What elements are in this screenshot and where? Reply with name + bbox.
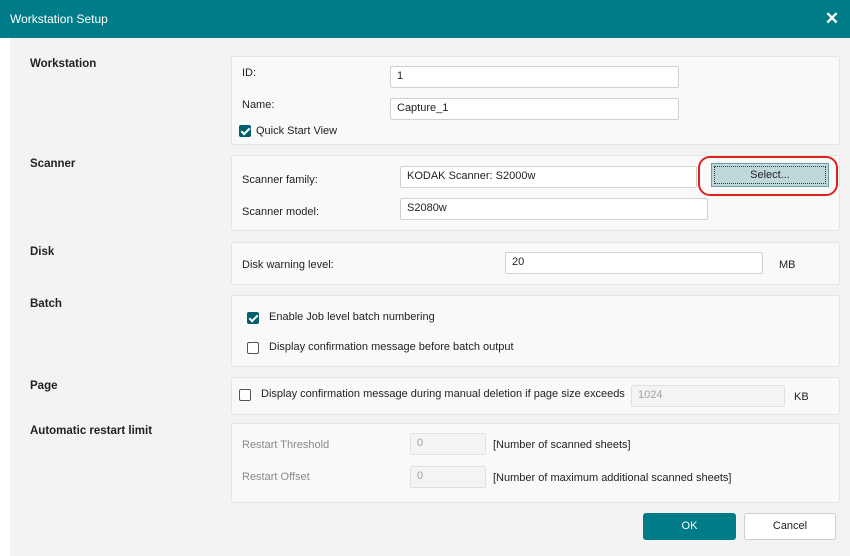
title-bar: Workstation Setup ✕ <box>0 0 850 38</box>
manual-deletion-checkbox[interactable] <box>239 389 251 401</box>
manual-deletion-label[interactable]: Display confirmation message during manu… <box>261 388 625 400</box>
restart-threshold-label: Restart Threshold <box>242 439 330 451</box>
restart-offset-field[interactable]: 0 <box>410 466 486 488</box>
page-unit-label: KB <box>794 391 809 403</box>
id-label: ID: <box>242 67 257 79</box>
quick-start-label[interactable]: Quick Start View <box>256 125 337 137</box>
page-size-field[interactable]: 1024 <box>631 385 785 407</box>
name-field[interactable]: Capture_1 <box>390 98 679 120</box>
ok-button[interactable]: OK <box>643 513 736 540</box>
batch-panel <box>231 295 840 367</box>
window-title: Workstation Setup <box>10 12 108 26</box>
section-heading-batch: Batch <box>30 298 62 310</box>
scanner-model-field[interactable]: S2080w <box>400 198 708 220</box>
restart-threshold-field[interactable]: 0 <box>410 433 486 455</box>
section-heading-scanner: Scanner <box>30 158 76 170</box>
job-numbering-label[interactable]: Enable Job level batch numbering <box>269 311 435 323</box>
restart-offset-desc: [Number of maximum additional scanned sh… <box>493 472 732 484</box>
quick-start-checkbox[interactable] <box>239 125 251 137</box>
section-heading-page: Page <box>30 380 58 392</box>
name-label: Name: <box>242 99 275 111</box>
restart-threshold-desc: [Number of scanned sheets] <box>493 439 631 451</box>
job-numbering-checkbox[interactable] <box>247 312 259 324</box>
disk-warning-field[interactable]: 20 <box>505 252 763 274</box>
section-heading-workstation: Workstation <box>30 58 97 70</box>
disk-unit-label: MB <box>779 259 796 271</box>
disk-warning-label: Disk warning level: <box>242 259 334 271</box>
id-field[interactable]: 1 <box>390 66 679 88</box>
restart-panel <box>231 423 840 503</box>
cancel-button[interactable]: Cancel <box>744 513 836 540</box>
scanner-model-label: Scanner model: <box>242 206 320 218</box>
scanner-family-label: Scanner family: <box>242 174 318 186</box>
section-heading-restart: Automatic restart limit <box>30 425 153 437</box>
restart-offset-label: Restart Offset <box>242 471 310 483</box>
scanner-family-field[interactable]: KODAK Scanner: S2000w <box>400 166 697 188</box>
close-icon[interactable]: ✕ <box>822 9 842 29</box>
section-heading-disk: Disk <box>30 246 55 258</box>
select-scanner-button[interactable]: Select... <box>711 163 829 187</box>
confirm-batch-output-checkbox[interactable] <box>247 342 259 354</box>
confirm-batch-output-label[interactable]: Display confirmation message before batc… <box>269 341 514 353</box>
